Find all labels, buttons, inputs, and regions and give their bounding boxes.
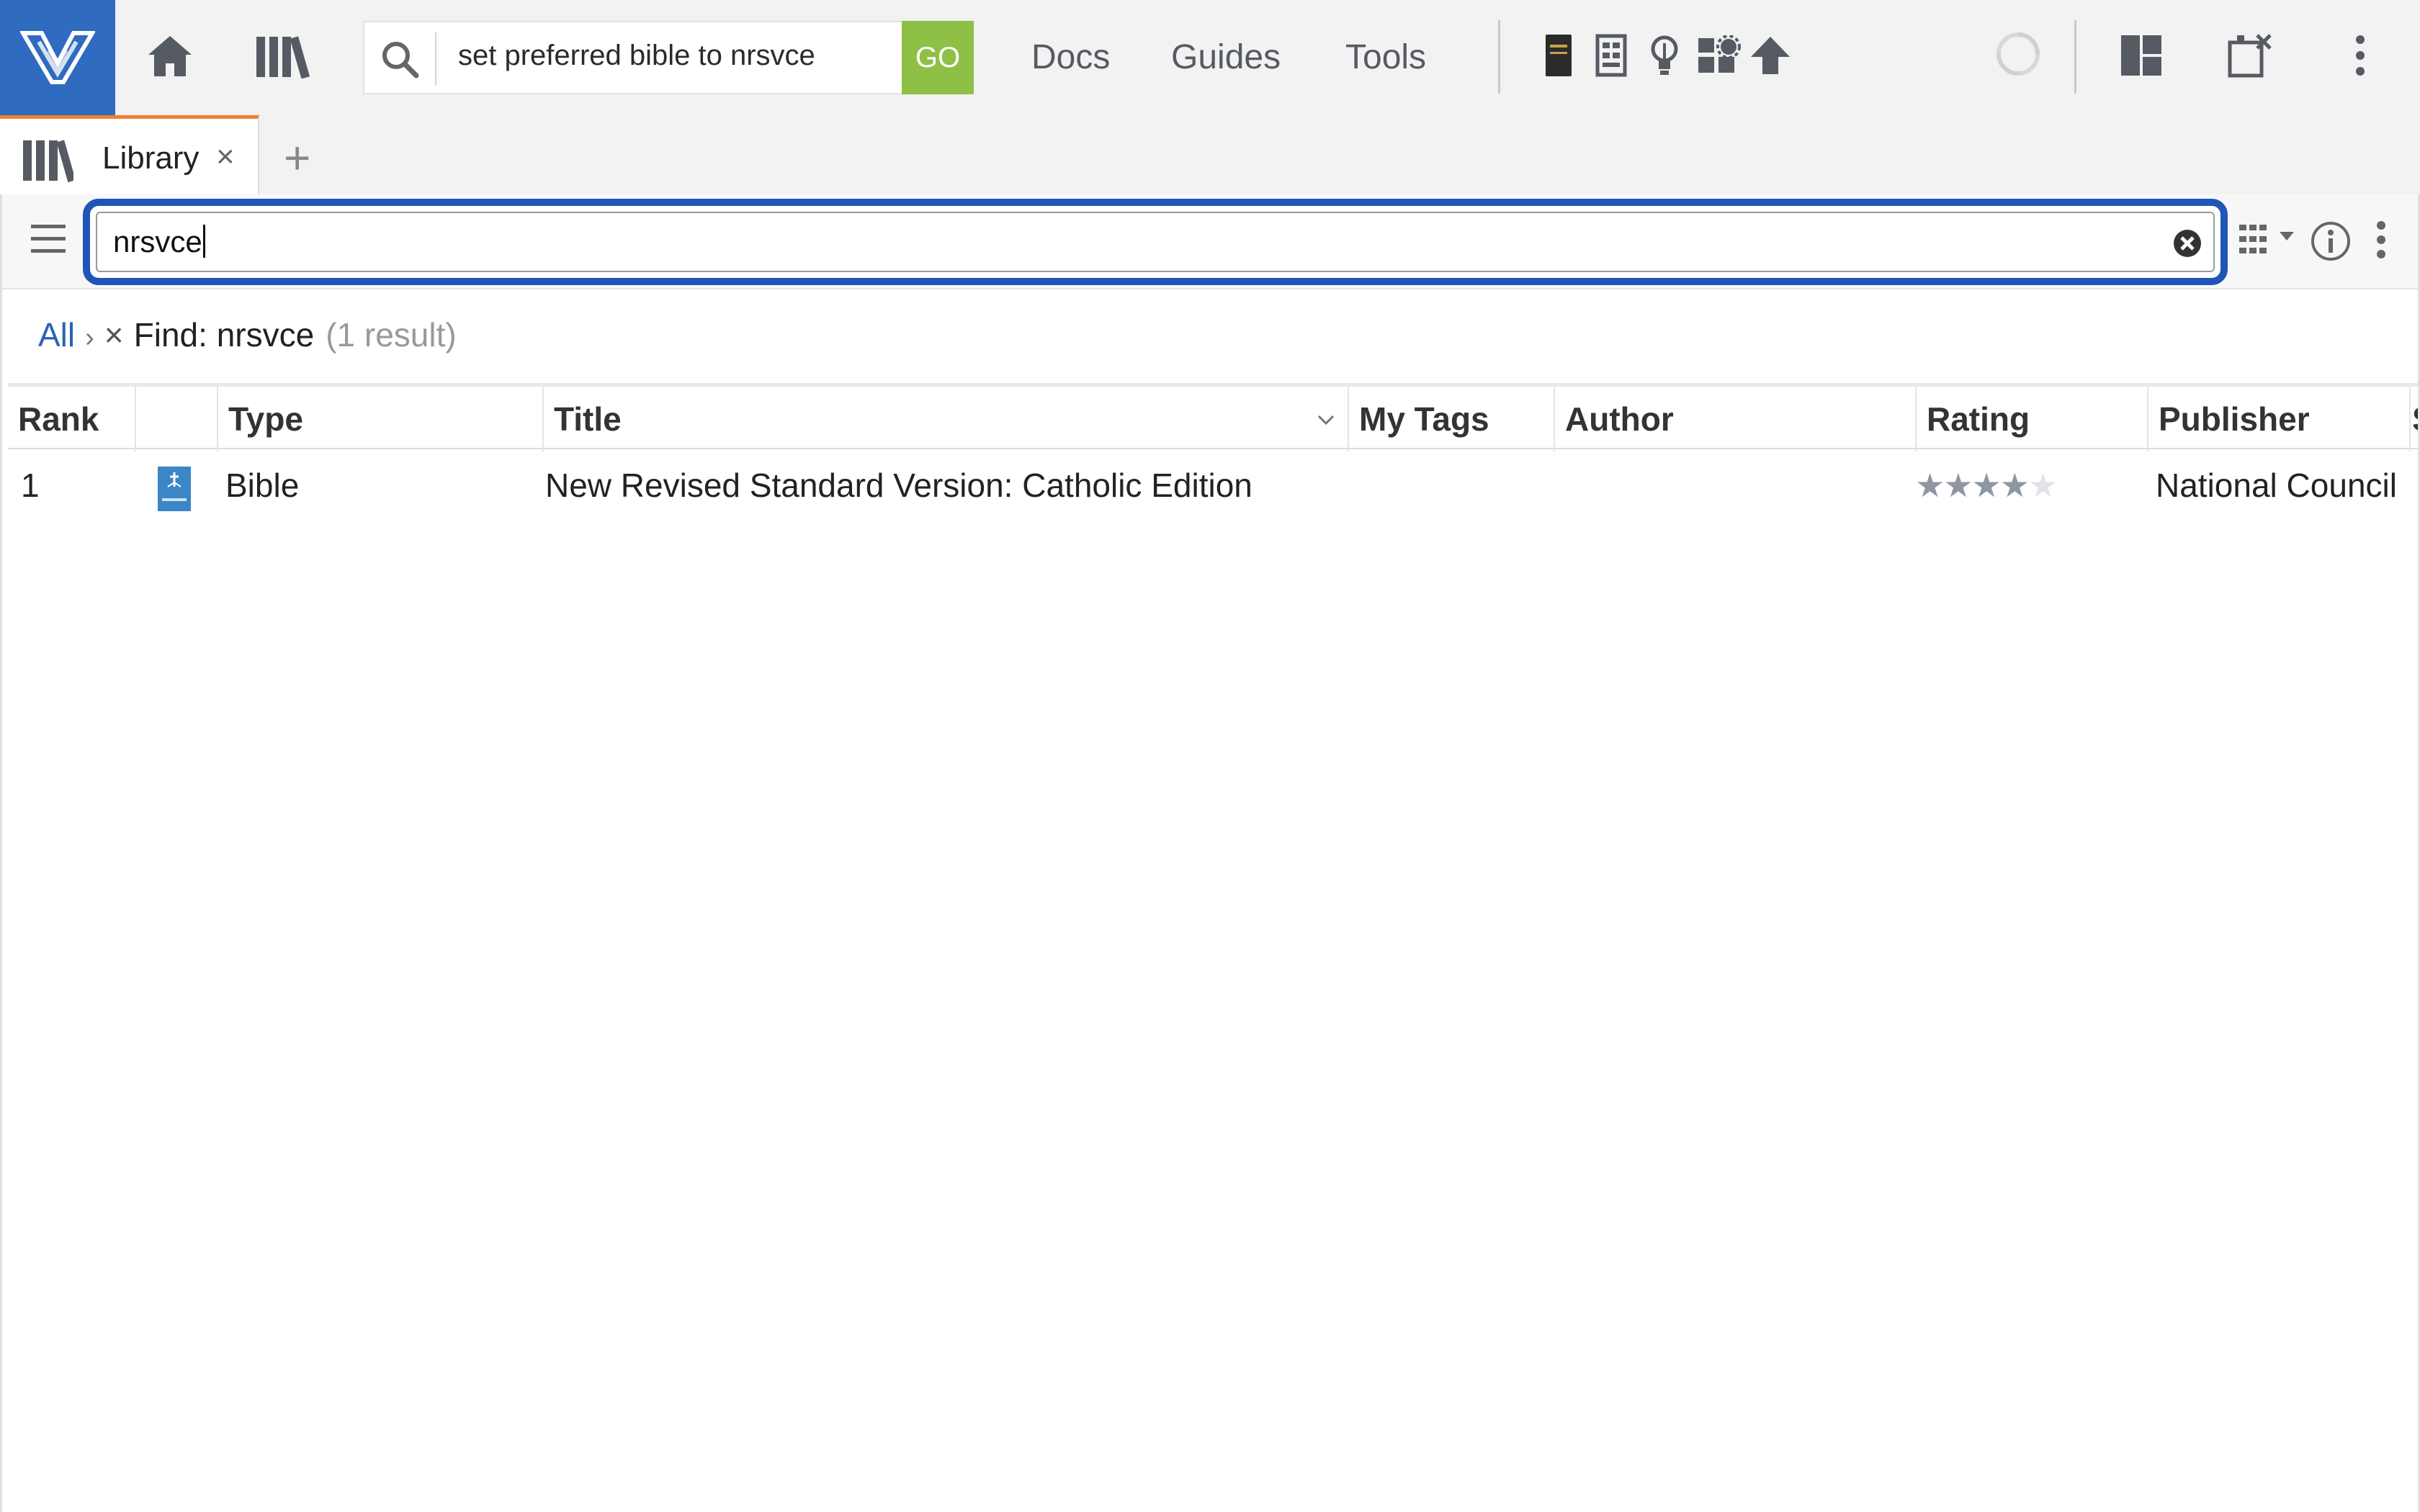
column-header-rating[interactable]: Rating	[1917, 387, 2148, 451]
cell-type: Bible	[225, 467, 300, 504]
column-header-title[interactable]: Title	[544, 387, 1349, 451]
app-menu-icon[interactable]	[2349, 33, 2371, 78]
column-header-rank[interactable]: Rank	[8, 387, 136, 451]
go-button[interactable]: GO	[902, 21, 974, 94]
column-header-author[interactable]: Author	[1555, 387, 1917, 451]
nav-guides[interactable]: Guides	[1171, 37, 1281, 77]
breadcrumb-all-link[interactable]: All	[38, 316, 75, 354]
clear-search-icon[interactable]	[2172, 228, 2203, 259]
cell-title[interactable]: New Revised Standard Version: Catholic E…	[545, 451, 1337, 520]
breadcrumb-find-filter: Find: nrsvce	[133, 316, 315, 354]
library-find-box[interactable]: nrsvce	[83, 199, 2228, 285]
column-header-overflow[interactable]: S	[2411, 387, 2418, 451]
breadcrumb: All › × Find: nrsvce (1 result)	[38, 315, 457, 354]
nav-tools[interactable]: Tools	[1345, 37, 1426, 77]
bible-cover-icon	[158, 467, 191, 511]
upload-arrow-icon[interactable]	[1749, 33, 1792, 78]
star-filled-icon[interactable]: ★	[2000, 467, 2030, 504]
table-row[interactable]: 1 Bible New Revised Standard Version: Ca…	[8, 451, 2418, 520]
tab-library[interactable]: Library ×	[0, 115, 259, 197]
star-empty-icon[interactable]: ★	[2028, 467, 2058, 504]
lightbulb-icon[interactable]	[1648, 33, 1681, 78]
library-icon[interactable]	[252, 27, 313, 85]
tab-bar: Library × +	[0, 115, 2420, 197]
column-title-label: Title	[554, 400, 622, 438]
hamburger-menu-icon[interactable]	[30, 223, 70, 259]
layouts-icon[interactable]	[2119, 33, 2164, 78]
column-header-type[interactable]: Type	[218, 387, 544, 451]
tab-label: Library	[102, 140, 200, 176]
sync-icon[interactable]	[1992, 32, 2044, 76]
close-panels-icon[interactable]	[2227, 33, 2275, 78]
cell-author	[1556, 451, 1909, 520]
nav-docs[interactable]: Docs	[1031, 37, 1110, 77]
library-find-input[interactable]: nrsvce	[113, 225, 205, 259]
library-panel: nrsvce All › × Find: nrsvce (1 result) R…	[0, 194, 2420, 1512]
library-icon	[22, 139, 76, 184]
search-icon	[379, 38, 421, 80]
panel-toolbar: nrsvce	[2, 194, 2418, 289]
command-search-input[interactable]: set preferred bible to nrsvce	[458, 40, 815, 72]
column-header-my-tags[interactable]: My Tags	[1349, 387, 1555, 451]
star-filled-icon[interactable]: ★	[1972, 467, 2002, 504]
app-toolbar: set preferred bible to nrsvce GO Docs Gu…	[0, 0, 2420, 115]
cell-rank: 1	[21, 467, 40, 504]
logos-logo-icon[interactable]	[0, 0, 115, 115]
find-input-frame: nrsvce	[96, 212, 2215, 272]
tools-puzzle-icon[interactable]	[1697, 33, 1742, 78]
star-filled-icon[interactable]: ★	[1943, 467, 1973, 504]
column-header-publisher[interactable]: Publisher	[2148, 387, 2411, 451]
star-filled-icon[interactable]: ★	[1915, 467, 1945, 504]
table-header: Rank Type Title My Tags Author Rating Pu…	[8, 383, 2418, 451]
info-icon[interactable]	[2310, 220, 2352, 262]
breadcrumb-chevron-icon: ›	[85, 323, 94, 353]
remove-filter-icon[interactable]: ×	[104, 316, 124, 354]
column-header-cover[interactable]	[136, 387, 218, 451]
home-icon[interactable]	[141, 27, 199, 85]
result-count: (1 result)	[326, 316, 457, 354]
view-options-icon[interactable]	[2238, 220, 2298, 261]
guide-document-icon[interactable]	[1595, 33, 1628, 78]
cell-my-tags	[1350, 451, 1545, 520]
sort-chevron-down-icon	[1317, 415, 1335, 426]
rating-stars[interactable]: ★★★★★	[1915, 451, 2058, 520]
tab-close-icon[interactable]: ×	[216, 139, 235, 175]
panel-menu-icon[interactable]	[2376, 219, 2398, 264]
add-tab-button[interactable]: +	[284, 131, 310, 184]
toolbar-divider	[1498, 20, 1500, 94]
cell-publisher: National Council	[2156, 467, 2397, 504]
search-divider	[435, 32, 436, 86]
toolbar-divider	[2074, 20, 2076, 94]
bible-book-icon[interactable]	[1543, 33, 1574, 78]
command-search-box[interactable]: set preferred bible to nrsvce	[363, 21, 902, 94]
